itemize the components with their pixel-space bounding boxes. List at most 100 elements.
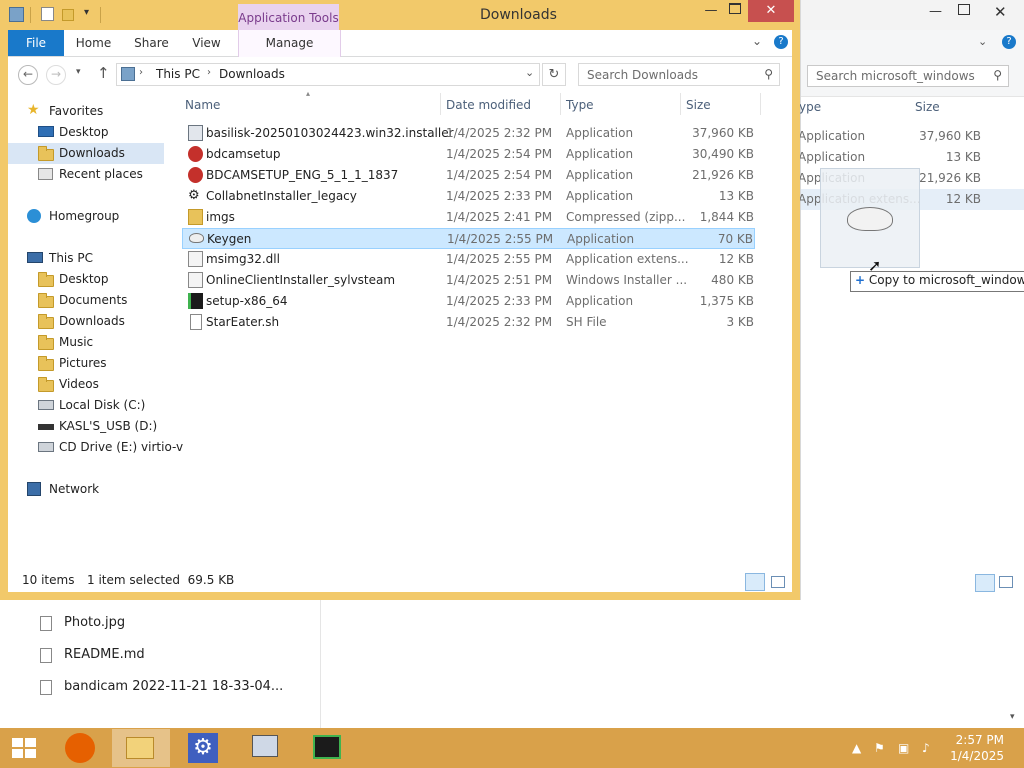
nav-pc-downloads[interactable]: Downloads [8,311,164,332]
large-icons-view-button[interactable] [999,576,1013,588]
nav-pc-desktop[interactable]: Desktop [8,269,164,290]
bandicam-icon [188,167,203,183]
recent-locations-icon[interactable]: ▾ [76,67,81,77]
close-button[interactable]: ✕ [748,0,794,22]
file-row[interactable]: StarEater.sh 1/4/2025 2:32 PM SH File 3 KB [182,312,755,333]
up-arrow-icon[interactable]: ↑ [97,64,110,82]
column-name[interactable]: Name [185,98,220,112]
nav-this-pc[interactable]: This PC [8,248,164,269]
background-search-input[interactable]: Search microsoft_windows ⚲ [807,65,1009,87]
list-item[interactable]: Application 37,960 KB [798,126,1024,147]
address-dropdown-icon[interactable]: ⌄ [525,66,534,79]
details-view-button[interactable] [745,573,765,591]
network-status-icon[interactable]: ▣ [898,741,909,755]
file-row-selected[interactable]: Keygen 1/4/2025 2:55 PM Application 70 KB [182,228,755,249]
file-row[interactable]: BDCAMSETUP_ENG_5_1_1_1837 1/4/2025 2:54 P… [182,165,755,186]
nav-cd-drive[interactable]: CD Drive (E:) virtio-v [8,437,183,458]
column-type[interactable]: Type [566,98,594,112]
list-item[interactable]: Application 13 KB [798,147,1024,168]
nav-downloads[interactable]: Downloads [8,143,164,164]
new-folder-icon[interactable] [62,9,74,21]
drive-icon [38,400,54,410]
folder-icon [38,377,54,392]
windows-logo-icon [12,738,23,747]
tab-view[interactable]: View [188,30,225,56]
breadcrumb-this-pc[interactable]: This PC [156,67,200,81]
nav-desktop[interactable]: Desktop [8,122,164,143]
show-hidden-icons-button[interactable]: ▲ [852,741,861,755]
terminal-taskbar-button[interactable] [298,729,356,767]
close-button[interactable]: ✕ [994,3,1007,21]
tab-manage[interactable]: Manage [238,30,341,57]
network-icon [27,482,41,496]
application-tools-tab: Application Tools [238,4,339,32]
cygwin-icon [188,293,203,309]
column-size[interactable]: Size [686,98,711,112]
nav-pictures[interactable]: Pictures [8,353,164,374]
file-row[interactable]: setup-x86_64 1/4/2025 2:33 PM Application 1… [182,291,755,312]
address-box[interactable]: › This PC › Downloads ⌄ [116,63,540,86]
clock[interactable]: 2:57 PM 1/4/2025 [950,732,1004,764]
minimize-button[interactable]: — [929,4,942,19]
firefox-taskbar-button[interactable] [52,729,110,767]
document-icon [190,314,202,330]
nav-recent-places[interactable]: Recent places [8,164,164,185]
nav-music[interactable]: Music [8,332,164,353]
column-date-modified[interactable]: Date modified [446,98,531,112]
details-view-button[interactable] [975,574,995,592]
file-row[interactable]: ⚙ CollabnetInstaller_legacy 1/4/2025 2:33 … [182,186,755,207]
drag-preview [820,168,920,268]
nav-favorites[interactable]: ★ Favorites [8,101,164,122]
cd-drive-icon [38,442,54,452]
nav-network[interactable]: Network [8,479,164,500]
help-icon[interactable]: ? [1002,35,1016,49]
nav-usb-drive[interactable]: KASL'S_USB (D:) [8,416,164,437]
back-button[interactable]: ← [18,65,38,85]
network-app-taskbar-button[interactable] [236,729,294,767]
column-separator[interactable] [760,93,761,115]
forward-button[interactable]: → [46,65,66,85]
settings-taskbar-button[interactable]: ⚙ [174,729,232,767]
taskbar: ⚙ ▲ ⚑ ▣ ♪ 2:57 PM 1/4/2025 [0,728,1024,768]
column-separator[interactable] [680,93,681,115]
file-row[interactable]: basilisk-20250103024423.win32.installer 1… [182,123,755,144]
chevron-down-icon[interactable]: ⌄ [978,35,987,48]
scroll-down-arrow[interactable]: ▾ [1010,712,1015,722]
column-separator[interactable] [560,93,561,115]
file-row[interactable]: OnlineClientInstaller_sylvsteam 1/4/2025 … [182,270,755,291]
search-input[interactable]: Search Downloads ⚲ [578,63,780,86]
flag-icon[interactable]: ⚑ [874,741,885,755]
background-titlebar: — ✕ [801,0,1024,30]
maximize-button[interactable] [958,4,970,15]
help-icon[interactable]: ? [774,35,788,49]
file-row[interactable]: imgs 1/4/2025 2:41 PM Compressed (zipp... 1… [182,207,755,228]
tab-home[interactable]: Home [72,30,115,56]
refresh-button[interactable]: ↻ [542,63,566,86]
navigation-pane: ★ Favorites Desktop Downloads Recent plac… [8,93,183,573]
column-type[interactable]: ype [799,100,821,114]
column-size[interactable]: Size [915,100,940,114]
tab-file[interactable]: File [8,30,64,56]
window-title: Downloads [480,7,557,23]
nav-documents[interactable]: Documents [8,290,164,311]
column-separator[interactable] [440,93,441,115]
computer-network-icon [252,735,278,757]
nav-videos[interactable]: Videos [8,374,164,395]
large-icons-view-button[interactable] [771,576,785,588]
document-icon [40,616,52,631]
nav-local-disk[interactable]: Local Disk (C:) [8,395,164,416]
file-row[interactable]: msimg32.dll 1/4/2025 2:55 PM Application e… [182,249,755,270]
file-explorer-taskbar-button[interactable] [112,729,170,767]
tab-share[interactable]: Share [130,30,173,56]
chevron-down-icon[interactable]: ⌄ [752,34,762,48]
customize-toolbar-icon[interactable]: ▾ [84,7,89,23]
breadcrumb-downloads[interactable]: Downloads [219,67,285,81]
nav-homegroup[interactable]: Homegroup [8,206,164,227]
clock-time: 2:57 PM [955,733,1004,747]
folder-app-icon[interactable] [9,7,24,22]
start-button[interactable] [0,729,50,767]
file-row[interactable]: bdcamsetup 1/4/2025 2:54 PM Application 30,… [182,144,755,165]
properties-icon[interactable] [41,7,54,21]
volume-muted-icon[interactable]: ♪ [922,741,930,755]
folder-icon [38,314,54,329]
